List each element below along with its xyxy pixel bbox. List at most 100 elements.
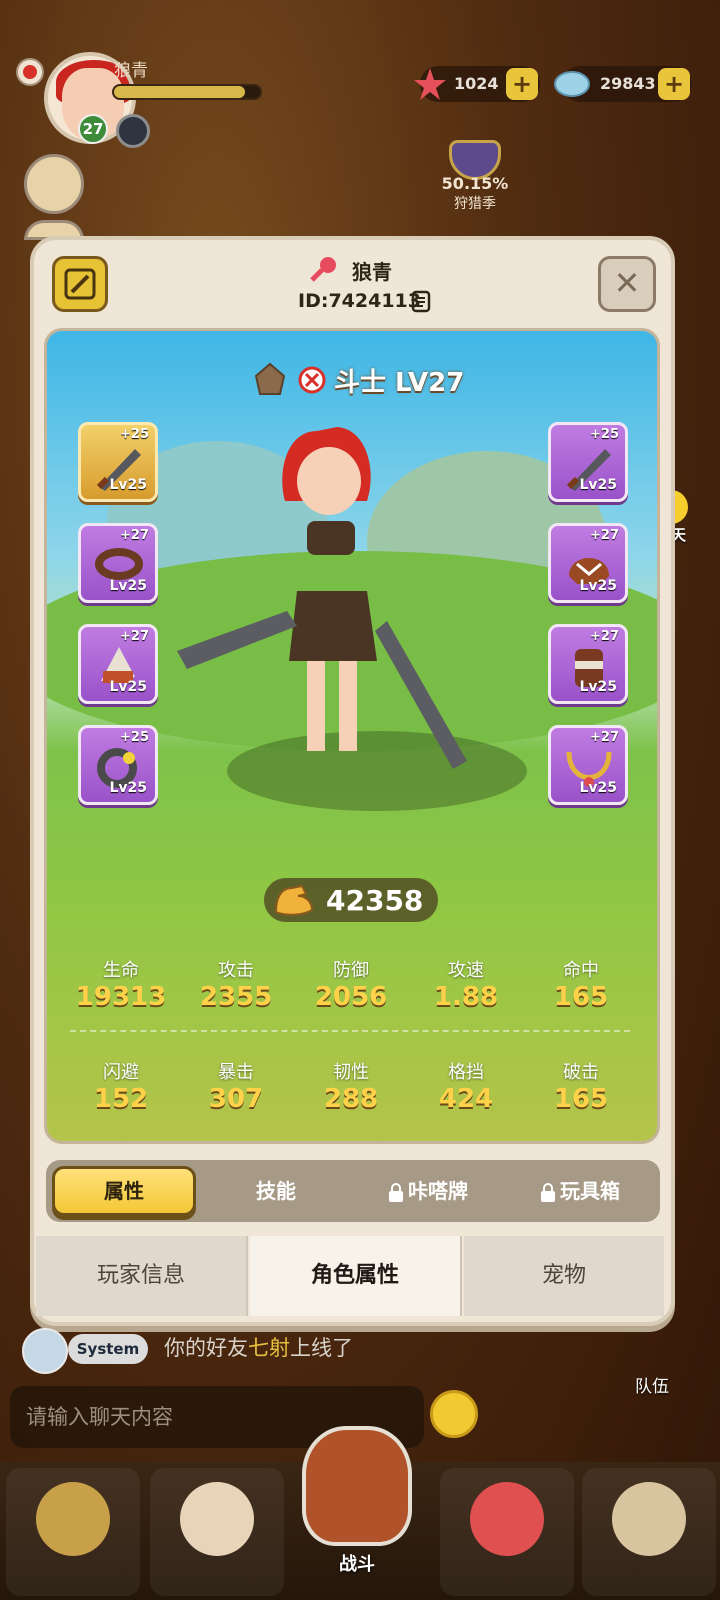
- stat-label: 破击: [563, 1062, 599, 1083]
- tab-cards-label: 咔嗒牌: [408, 1179, 468, 1203]
- tribe-hut-icon: [36, 1482, 110, 1556]
- equip-slot-right-1[interactable]: +25 Lv25: [548, 422, 628, 502]
- equip-slot-left-1[interactable]: +25 Lv25: [78, 422, 158, 502]
- tab-attributes[interactable]: 属性: [52, 1166, 196, 1216]
- equip-slot-right-4[interactable]: +27 Lv25: [548, 725, 628, 805]
- equip-slot-right-3[interactable]: +27 Lv25: [548, 624, 628, 704]
- edit-profile-button[interactable]: [52, 256, 108, 312]
- enhance-level: +27: [120, 528, 149, 543]
- stat-label: 闪避: [103, 1062, 139, 1083]
- item-level: Lv25: [109, 679, 147, 695]
- stat-value: 165: [553, 982, 609, 1012]
- stats-divider: [70, 1030, 630, 1032]
- currency1-value: 1024: [454, 74, 499, 93]
- stat-toughness: 韧性 288: [296, 1058, 406, 1114]
- equip-slot-left-2[interactable]: +27 Lv25: [78, 523, 158, 603]
- nav-shop-button[interactable]: [6, 1468, 140, 1596]
- item-level: Lv25: [109, 780, 147, 796]
- character-icon: [180, 1482, 254, 1556]
- stat-value: 152: [93, 1084, 149, 1114]
- stat-value: 424: [438, 1084, 494, 1114]
- muscle-arm-icon: [274, 884, 314, 916]
- fight-totem-icon: [302, 1426, 412, 1546]
- add-currency2-button[interactable]: +: [658, 68, 690, 100]
- fighter-class-icon: [298, 366, 326, 394]
- tab-toybox-label: 玩具箱: [560, 1179, 620, 1203]
- key-icon: [310, 257, 336, 282]
- stat-attack: 攻击 2355: [181, 956, 291, 1012]
- enhance-level: +25: [590, 427, 619, 442]
- stat-label: 攻速: [448, 960, 484, 981]
- fight-label: 战斗: [339, 1554, 375, 1575]
- enhance-level: +27: [120, 629, 149, 644]
- season-percent: 50.15%: [441, 174, 509, 193]
- stat-label: 格挡: [448, 1062, 484, 1083]
- item-level: Lv25: [579, 477, 617, 493]
- tab-pets[interactable]: 宠物: [464, 1236, 664, 1316]
- combat-power: 42358: [264, 878, 438, 922]
- stat-value: 1.88: [433, 982, 499, 1012]
- friend-name[interactable]: 七射: [248, 1336, 290, 1360]
- add-currency1-button[interactable]: +: [506, 68, 538, 100]
- stat-label: 暴击: [218, 1062, 254, 1083]
- stat-label: 攻击: [218, 960, 254, 981]
- profile-id: ID:7424113: [298, 290, 421, 312]
- tab-skills[interactable]: 技能: [204, 1166, 348, 1216]
- nav-fight-button[interactable]: 战斗: [290, 1426, 424, 1600]
- tab-toybox[interactable]: 玩具箱: [508, 1166, 652, 1216]
- exp-bar: [112, 84, 262, 100]
- enhance-level: +27: [590, 730, 619, 745]
- stat-value: 307: [208, 1084, 264, 1114]
- nav-pet-button[interactable]: [440, 1468, 574, 1596]
- copy-icon[interactable]: [410, 290, 434, 314]
- item-level: Lv25: [579, 679, 617, 695]
- equip-slot-right-2[interactable]: +27 Lv25: [548, 523, 628, 603]
- settings-gear-icon[interactable]: [116, 114, 150, 148]
- item-level: Lv25: [579, 780, 617, 796]
- nav-character-button[interactable]: [150, 1468, 284, 1596]
- stat-dodge: 闪避 152: [66, 1058, 176, 1114]
- stat-value: 288: [323, 1084, 379, 1114]
- stat-crit: 暴击 307: [181, 1058, 291, 1114]
- friend-avatar[interactable]: [24, 154, 84, 214]
- starfish-icon: [414, 68, 446, 100]
- equip-slot-left-4[interactable]: +25 Lv25: [78, 725, 158, 805]
- season-label: 狩猎季: [454, 196, 496, 212]
- item-level: Lv25: [109, 578, 147, 594]
- character-model: [177, 427, 467, 769]
- tab-player-info[interactable]: 玩家信息: [36, 1236, 248, 1316]
- stat-value: 2056: [314, 982, 388, 1012]
- profile-name: 狼青: [352, 260, 392, 284]
- currency1-display: 1024 +: [414, 66, 540, 102]
- class-level-label: 斗士 LV27: [334, 367, 465, 398]
- system-message: 你的好友七射上线了: [164, 1332, 353, 1362]
- stat-label: 生命: [103, 960, 139, 981]
- stat-hp: 生命 19313: [66, 956, 176, 1012]
- team-label: 队伍: [635, 1377, 669, 1397]
- enhance-level: +25: [120, 730, 149, 745]
- stat-value: 19313: [75, 982, 167, 1012]
- system-avatar: [22, 1328, 68, 1374]
- player-name: 狼青: [114, 61, 148, 81]
- item-level: Lv25: [109, 477, 147, 493]
- hunting-season-button[interactable]: 50.15% 狩猎季: [430, 140, 520, 213]
- currency2-value: 29843: [600, 74, 656, 93]
- close-button[interactable]: ✕: [598, 256, 656, 312]
- stat-armor-break: 破击 165: [526, 1058, 636, 1114]
- shell-icon: [554, 71, 590, 97]
- enhance-level: +25: [120, 427, 149, 442]
- lock-icon: [541, 1182, 555, 1202]
- tab-cards[interactable]: 咔嗒牌: [356, 1166, 500, 1216]
- emoji-icon[interactable]: [430, 1390, 478, 1438]
- enhance-level: +27: [590, 528, 619, 543]
- tab-character-attributes[interactable]: 角色属性: [250, 1236, 462, 1316]
- equip-slot-left-3[interactable]: +27 Lv25: [78, 624, 158, 704]
- class-badge-icon: [16, 58, 44, 86]
- nav-tribe-button[interactable]: [582, 1468, 716, 1596]
- team-button[interactable]: 队伍: [612, 1330, 692, 1397]
- enhance-level: +27: [590, 629, 619, 644]
- message-text: 上线了: [290, 1336, 353, 1360]
- exp-bar-fill: [114, 86, 246, 98]
- class-info: 斗士 LV27: [250, 360, 464, 400]
- combat-power-value: 42358: [326, 883, 424, 917]
